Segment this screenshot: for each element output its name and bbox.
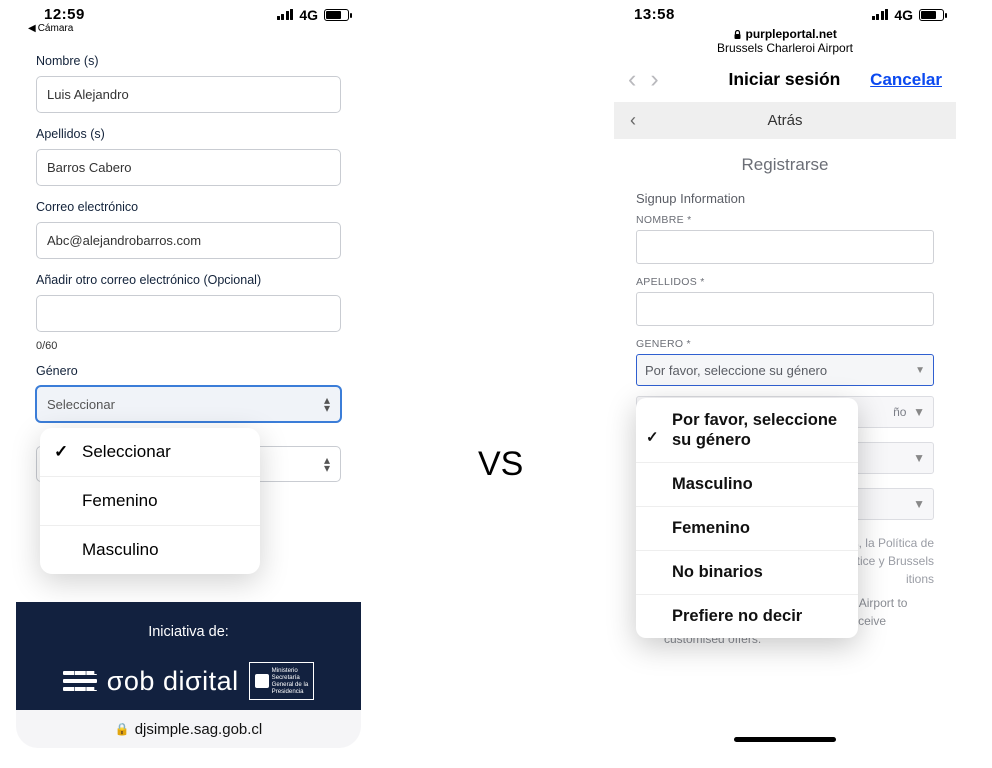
- gender-dropdown-right: ✓ Por favor, seleccione su género Mascul…: [636, 398, 858, 638]
- char-count: 0/60: [36, 340, 341, 352]
- name-label: NOMBRE *: [636, 214, 934, 226]
- dropdown-triangle-icon: ▼: [915, 365, 925, 376]
- signup-form-right: Registrarse Signup Information NOMBRE * …: [614, 139, 956, 386]
- lock-icon: [733, 30, 742, 39]
- alt-email-input[interactable]: [36, 295, 341, 332]
- surname-label: APELLIDOS *: [636, 276, 934, 288]
- url-text: djsimple.sag.gob.cl: [135, 721, 263, 738]
- dropdown-triangle-icon: ▼: [913, 449, 925, 467]
- gender-label: GENERO *: [636, 338, 934, 350]
- surname-label: Apellidos (s): [36, 127, 341, 141]
- dropdown-triangle-icon: ▼: [913, 495, 925, 513]
- select-arrows-icon: ▴▾: [324, 396, 330, 412]
- nav-back-chevron-icon[interactable]: ‹: [628, 65, 636, 94]
- phone-left: 12:59 4G ◀ Cámara Nombre (s) Apellidos (…: [16, 0, 361, 748]
- status-bar: 12:59 4G: [16, 0, 361, 25]
- signal-icon: [277, 9, 294, 20]
- gender-select-value: Seleccionar: [47, 397, 115, 412]
- gender-option-masculino[interactable]: Masculino: [636, 462, 858, 506]
- email-input[interactable]: [36, 222, 341, 259]
- battery-icon: [919, 9, 944, 21]
- nav-title: Iniciar sesión: [673, 69, 857, 90]
- back-triangle-icon: ◀: [28, 23, 36, 34]
- surname-input[interactable]: [36, 149, 341, 186]
- select-arrows-icon: ▴▾: [324, 456, 330, 472]
- vs-label: VS: [478, 445, 523, 484]
- name-input[interactable]: [636, 230, 934, 264]
- section-label: Signup Information: [636, 191, 934, 206]
- name-input[interactable]: [36, 76, 341, 113]
- status-time: 12:59: [44, 6, 85, 23]
- gender-option-masculino[interactable]: Masculino: [40, 525, 260, 574]
- seal-icon: [255, 674, 269, 688]
- gender-option-femenino[interactable]: Femenino: [40, 476, 260, 525]
- gender-option-placeholder[interactable]: ✓ Seleccionar: [40, 428, 260, 476]
- dropdown-triangle-icon: ▼: [913, 403, 925, 421]
- page-back-bar[interactable]: ‹ Atrás: [614, 102, 956, 139]
- gender-option-placeholder[interactable]: ✓ Por favor, seleccione su género: [636, 398, 858, 462]
- gender-select[interactable]: Por favor, seleccione su género ▼: [636, 354, 934, 386]
- checkmark-icon: ✓: [646, 428, 659, 448]
- gender-label: Género: [36, 364, 341, 378]
- gender-dropdown-left: ✓ Seleccionar Femenino Masculino: [40, 428, 260, 574]
- signup-title: Registrarse: [636, 155, 934, 175]
- surname-input[interactable]: [636, 292, 934, 326]
- gender-option-nobinarios[interactable]: No binarios: [636, 550, 858, 594]
- network-label: 4G: [894, 7, 913, 23]
- lock-icon: 🔒: [115, 722, 130, 736]
- checkmark-icon: ✓: [54, 442, 68, 462]
- signup-form-left: Nombre (s) Apellidos (s) Correo electrón…: [16, 34, 361, 482]
- status-time: 13:58: [634, 6, 675, 23]
- back-to-app[interactable]: ◀ Cámara: [16, 23, 361, 34]
- network-label: 4G: [299, 7, 318, 23]
- initiative-label: Iniciativa de:: [28, 624, 349, 640]
- signal-icon: [872, 9, 889, 20]
- name-label: Nombre (s): [36, 54, 341, 68]
- footer-left: Iniciativa de: σob diσital Ministerio Se…: [16, 602, 361, 710]
- gender-select-value: Por favor, seleccione su género: [645, 363, 827, 378]
- url-bar[interactable]: 🔒 djsimple.sag.gob.cl: [16, 710, 361, 748]
- nav-forward-chevron-icon[interactable]: ›: [650, 65, 658, 94]
- gender-select[interactable]: Seleccionar ▴▾: [36, 386, 341, 422]
- cancel-button[interactable]: Cancelar: [870, 70, 942, 90]
- home-indicator[interactable]: [734, 737, 836, 742]
- gender-option-prefierenodecir[interactable]: Prefiere no decir: [636, 594, 858, 638]
- captive-portal-caption: purpleportal.net Brussels Charleroi Airp…: [614, 25, 956, 61]
- alt-email-label: Añadir otro correo electrónico (Opcional…: [36, 273, 341, 287]
- gender-option-femenino[interactable]: Femenino: [636, 506, 858, 550]
- gob-digital-logo: σob diσital: [107, 666, 239, 697]
- email-label: Correo electrónico: [36, 200, 341, 214]
- status-bar: 13:58 4G: [614, 0, 956, 25]
- ministry-badge: Ministerio Secretaría General de la Pres…: [249, 662, 315, 700]
- gob-bars-icon: [63, 667, 97, 695]
- battery-icon: [324, 9, 349, 21]
- auth-nav-bar: ‹ › Iniciar sesión Cancelar: [614, 61, 956, 102]
- back-chevron-icon: ‹: [630, 110, 636, 131]
